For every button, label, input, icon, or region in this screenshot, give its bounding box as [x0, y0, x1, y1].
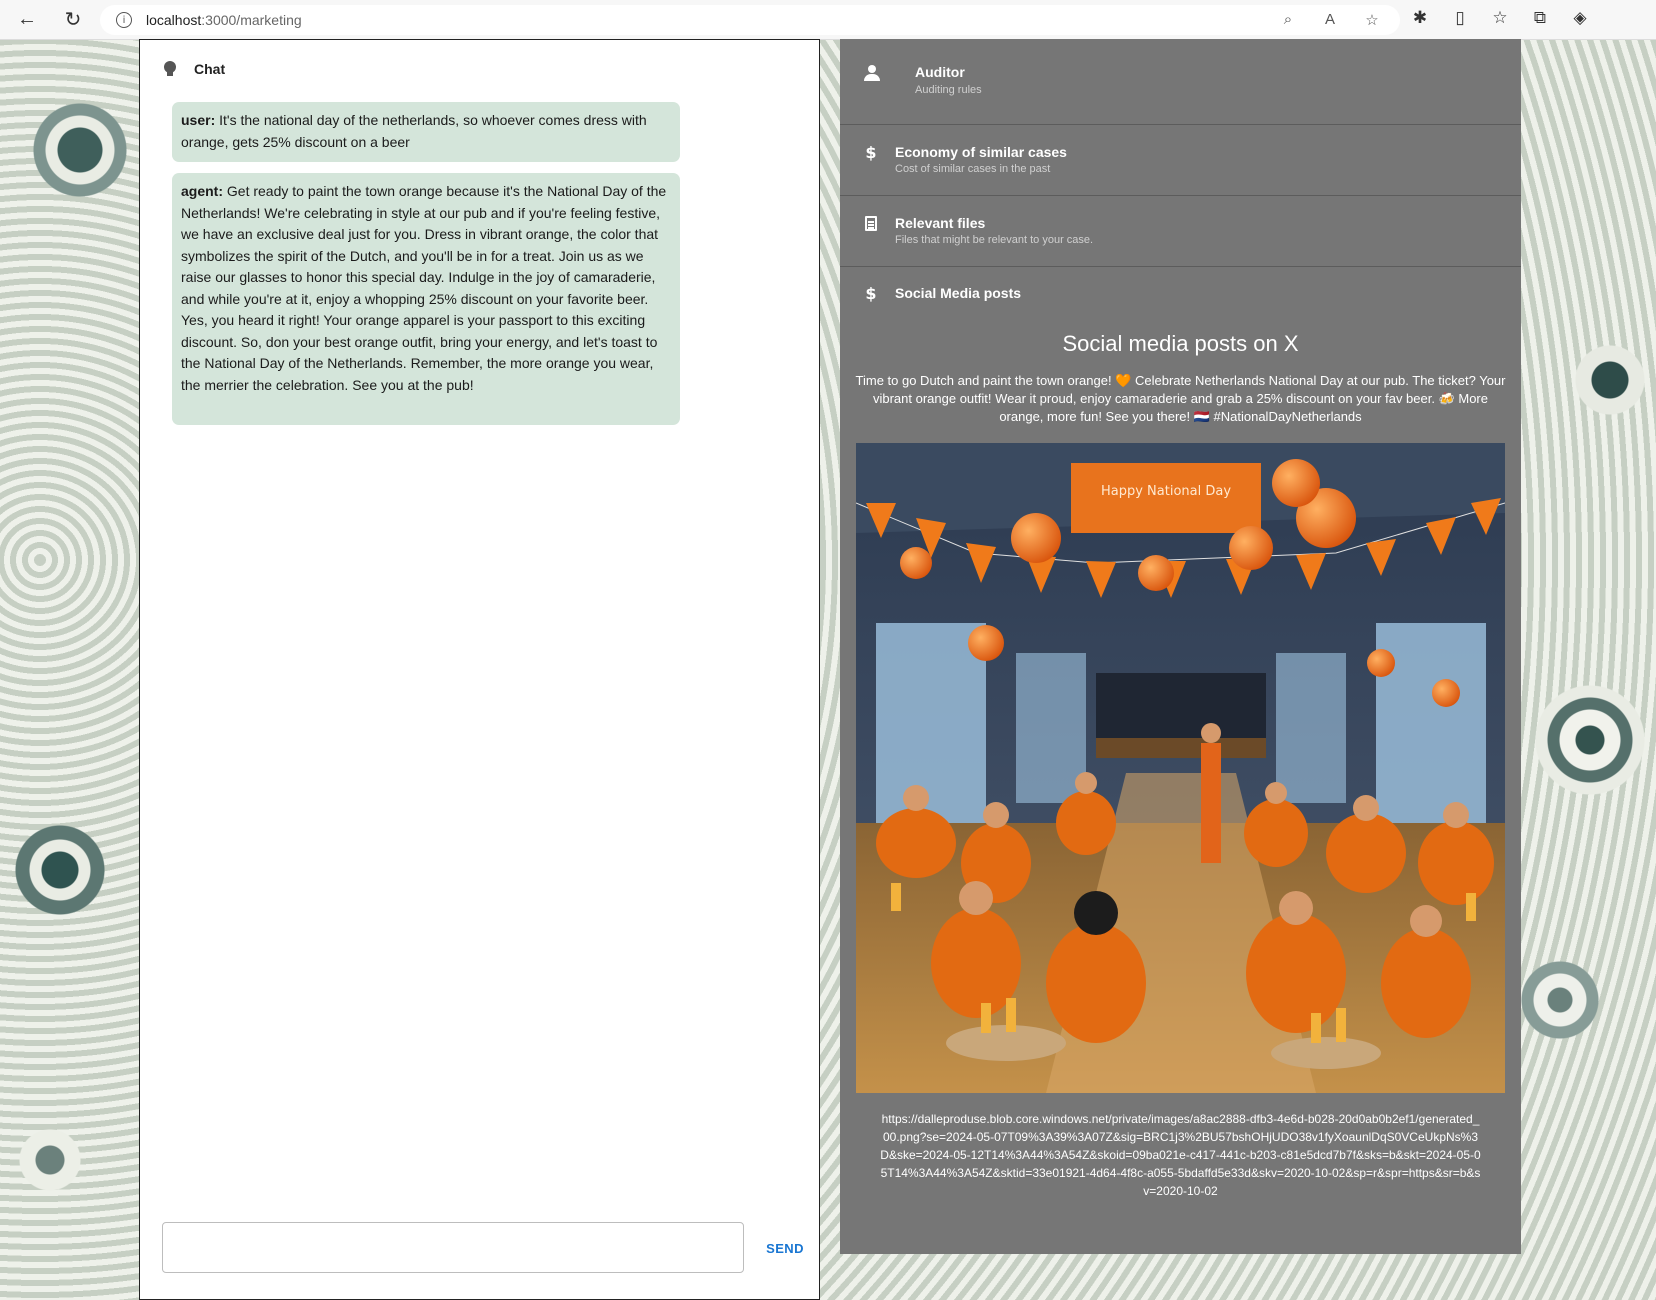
message-role: user: [181, 112, 216, 128]
accordion-subtitle: Files that might be relevant to your cas… [895, 234, 1094, 246]
accordion-title: Relevant files [895, 215, 986, 231]
accordion-subtitle: Cost of similar cases in the past [895, 163, 1051, 175]
context-panel: Auditor Auditing rules $ Economy of simi… [840, 39, 1521, 1254]
chat-header: Chat [140, 40, 819, 98]
dollar-icon: $ [865, 142, 877, 162]
back-icon[interactable]: ← [10, 3, 44, 37]
image-url[interactable]: https://dalleproduse.blob.core.windows.n… [880, 1110, 1481, 1200]
accordion-social-media[interactable]: $ Social Media posts [840, 267, 1521, 319]
person-icon [864, 65, 880, 81]
copilot-icon[interactable]: ◈ [1570, 8, 1590, 28]
dollar-icon: $ [865, 283, 877, 303]
social-heading: Social media posts on X [1062, 331, 1299, 356]
accordion-title: Economy of similar cases [895, 144, 1067, 160]
user-message: user: It's the national day of the nethe… [172, 102, 680, 162]
generated-image: Happy National Day [856, 443, 1505, 1093]
chat-input[interactable] [162, 1222, 744, 1273]
url-path: :3000/marketing [201, 12, 302, 28]
accordion-title: Auditor [915, 64, 965, 80]
document-icon [865, 216, 877, 231]
lightbulb-icon [164, 61, 176, 77]
address-bar[interactable]: i localhost:3000/marketing ⌕ A ☆ [100, 5, 1400, 35]
accordion-title: Social Media posts [895, 285, 1022, 301]
message-text: It's the national day of the netherlands… [181, 112, 647, 150]
reload-icon[interactable]: ↻ [56, 3, 90, 37]
agent-message: agent: Get ready to paint the town orang… [172, 173, 680, 425]
site-info-icon[interactable]: i [116, 12, 132, 28]
zoom-icon[interactable]: ⌕ [1278, 11, 1298, 29]
url-host: localhost [146, 12, 202, 28]
banner-text: Happy National Day [1101, 484, 1231, 499]
social-media-content: Social media posts on X Time to go Dutch… [840, 319, 1521, 1254]
chat-panel: Chat user: It's the national day of the … [139, 39, 820, 1300]
chat-title: Chat [194, 61, 226, 77]
favorites-icon[interactable]: ☆ [1490, 8, 1510, 28]
message-text: Get ready to paint the town orange becau… [181, 183, 667, 393]
accordion-relevant-files[interactable]: Relevant files Files that might be relev… [840, 196, 1521, 267]
send-button[interactable]: SEND [755, 1236, 815, 1260]
accordion-economy[interactable]: $ Economy of similar cases Cost of simil… [840, 125, 1521, 196]
accordion-auditor[interactable]: Auditor Auditing rules [840, 39, 1521, 125]
split-screen-icon[interactable]: ▯ [1450, 8, 1470, 28]
collections-icon[interactable]: ⧉ [1530, 8, 1550, 28]
accordion-subtitle: Auditing rules [915, 84, 982, 96]
message-role: agent: [181, 183, 223, 199]
favorite-star-icon[interactable]: ☆ [1362, 11, 1382, 29]
extensions-icon[interactable]: ✱ [1410, 8, 1430, 28]
read-aloud-icon[interactable]: A [1320, 11, 1340, 29]
browser-toolbar: ← ↻ i localhost:3000/marketing ⌕ A ☆ ✱ ▯… [0, 0, 1656, 40]
social-post-text: Time to go Dutch and paint the town oran… [855, 373, 1506, 424]
